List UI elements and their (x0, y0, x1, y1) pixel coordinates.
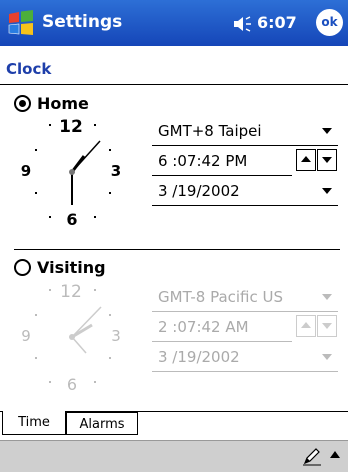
tab-alarms[interactable]: Alarms (66, 412, 138, 435)
chevron-down-icon (322, 294, 332, 300)
home-date-dropdown[interactable]: 3 /19/2002 (152, 177, 338, 206)
title-bar: Settings 6:07 ok (0, 0, 348, 46)
home-timezone-value: GMT+8 Taipei (158, 122, 262, 140)
visiting-label: Visiting (37, 258, 106, 277)
visiting-dial-12: 12 (60, 282, 82, 302)
home-dial-3: 3 (111, 162, 121, 180)
page-title: Clock (6, 60, 52, 78)
spin-down-icon[interactable] (317, 149, 337, 171)
home-date-value: 3 /19/2002 (158, 182, 240, 200)
home-time-spinner[interactable] (296, 149, 338, 173)
home-radio-button[interactable] (14, 95, 31, 112)
visiting-time-spinner[interactable] (296, 315, 338, 339)
visiting-analog-clock: 12 3 6 9 (21, 282, 121, 394)
visiting-dial-6: 6 (67, 375, 77, 394)
visiting-timezone-value: GMT-8 Pacific US (158, 288, 284, 306)
home-label: Home (37, 94, 89, 113)
visiting-radio-option[interactable]: Visiting (14, 258, 106, 277)
tab-time[interactable]: Time (2, 411, 66, 435)
spin-up-icon[interactable] (296, 315, 316, 337)
speaker-icon[interactable] (232, 14, 254, 34)
status-clock[interactable]: 6:07 (257, 13, 297, 32)
home-time-value: 6 :07:42 PM (158, 152, 248, 170)
chevron-down-icon (322, 354, 332, 360)
home-radio-option[interactable]: Home (14, 94, 89, 113)
app-title: Settings (42, 12, 123, 32)
up-arrow-icon[interactable] (330, 451, 340, 458)
visiting-timezone-dropdown[interactable]: GMT-8 Pacific US (152, 283, 338, 312)
windows-flag-icon[interactable] (6, 8, 36, 38)
section-divider (14, 249, 340, 250)
spin-up-icon[interactable] (296, 149, 316, 171)
home-timezone-dropdown[interactable]: GMT+8 Taipei (152, 117, 338, 146)
command-bar (0, 440, 348, 472)
visiting-radio-button[interactable] (14, 259, 31, 276)
visiting-date-value: 3 /19/2002 (158, 348, 240, 366)
visiting-dial-3: 3 (111, 327, 121, 345)
ok-button[interactable]: ok (316, 9, 343, 36)
chevron-down-icon (322, 128, 332, 134)
home-dial-9: 9 (21, 162, 31, 180)
visiting-date-dropdown[interactable]: 3 /19/2002 (152, 343, 338, 372)
chevron-down-icon (322, 188, 332, 194)
tab-strip: Time Alarms (0, 411, 348, 437)
home-time-input[interactable]: 6 :07:42 PM (152, 147, 292, 176)
home-dial-6: 6 (66, 210, 77, 229)
visiting-time-value: 2 :07:42 AM (158, 318, 249, 336)
visiting-time-input[interactable]: 2 :07:42 AM (152, 313, 292, 342)
pen-icon[interactable] (302, 446, 322, 466)
home-analog-clock: 12 3 6 9 (21, 117, 121, 229)
heading-divider (0, 84, 348, 85)
visiting-dial-9: 9 (21, 327, 31, 345)
home-dial-12: 12 (59, 117, 83, 137)
spin-down-icon[interactable] (317, 315, 337, 337)
